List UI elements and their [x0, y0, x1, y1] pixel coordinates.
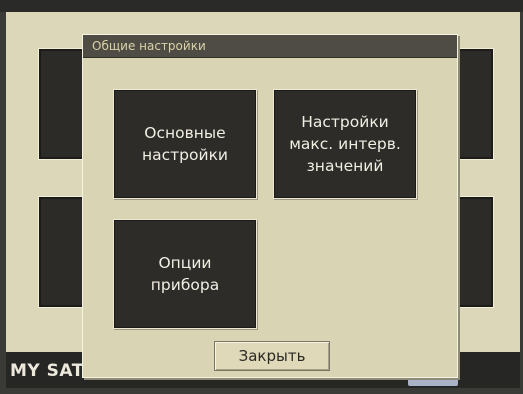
max-interval-settings-button[interactable]: Настройки макс. интерв. значений: [273, 89, 417, 199]
max-interval-settings-label: Настройки макс. интерв. значений: [289, 113, 401, 175]
device-options-button[interactable]: Опции прибора: [113, 219, 257, 329]
general-settings-dialog: Общие настройки Основные настройки Настр…: [82, 34, 458, 378]
close-button[interactable]: Закрыть: [214, 341, 330, 371]
basic-settings-button[interactable]: Основные настройки: [113, 89, 257, 199]
device-options-label: Опции прибора: [150, 254, 220, 294]
basic-settings-label: Основные настройки: [141, 124, 228, 164]
device-bezel: [0, 0, 523, 12]
dialog-titlebar: Общие настройки: [83, 35, 457, 58]
status-indicator: [408, 378, 458, 386]
dialog-title: Общие настройки: [92, 39, 206, 53]
close-button-label: Закрыть: [238, 347, 306, 365]
device-screen: MY SATEC_ Общие настройки Основные настр…: [6, 12, 520, 388]
